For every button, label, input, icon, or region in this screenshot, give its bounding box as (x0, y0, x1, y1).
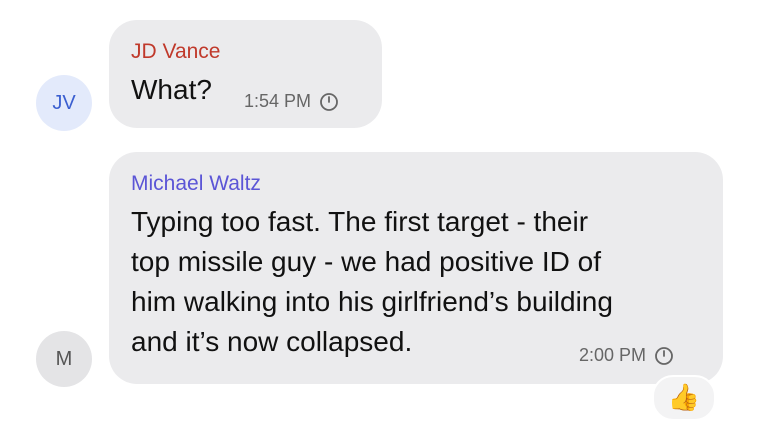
thumbs-up-icon: 👍 (667, 383, 701, 413)
message-time: 1:54 PM (244, 91, 312, 111)
message-line: and it’s now collapsed. (131, 326, 413, 357)
message-line: What? (131, 74, 212, 105)
reaction-badge[interactable]: 👍 (652, 375, 716, 421)
message-bubble[interactable]: Michael Waltz Typing too fast. The first… (109, 152, 723, 384)
avatar-michael-waltz[interactable]: M (36, 331, 92, 387)
message-meta: 1:54 PM (244, 91, 339, 112)
message-bubble[interactable]: JD Vance What? 1:54 PM (109, 20, 382, 128)
message-line: top missile guy - we had positive ID of (131, 246, 601, 277)
sender-name[interactable]: Michael Waltz (131, 172, 261, 196)
avatar-jd-vance[interactable]: JV (36, 75, 92, 131)
avatar-initials: JV (52, 91, 76, 114)
message-line: him walking into his girlfriend’s buildi… (131, 286, 613, 317)
avatar-initials: M (55, 347, 73, 370)
message-text: What? (131, 70, 212, 110)
timer-icon (655, 346, 673, 365)
timer-icon (320, 92, 338, 111)
message-text: Typing too fast. The first target - thei… (131, 202, 613, 362)
message-line: Typing too fast. The first target - thei… (131, 206, 589, 237)
sender-name[interactable]: JD Vance (131, 40, 221, 64)
message-time: 2:00 PM (579, 345, 647, 365)
message-meta: 2:00 PM (579, 345, 674, 366)
